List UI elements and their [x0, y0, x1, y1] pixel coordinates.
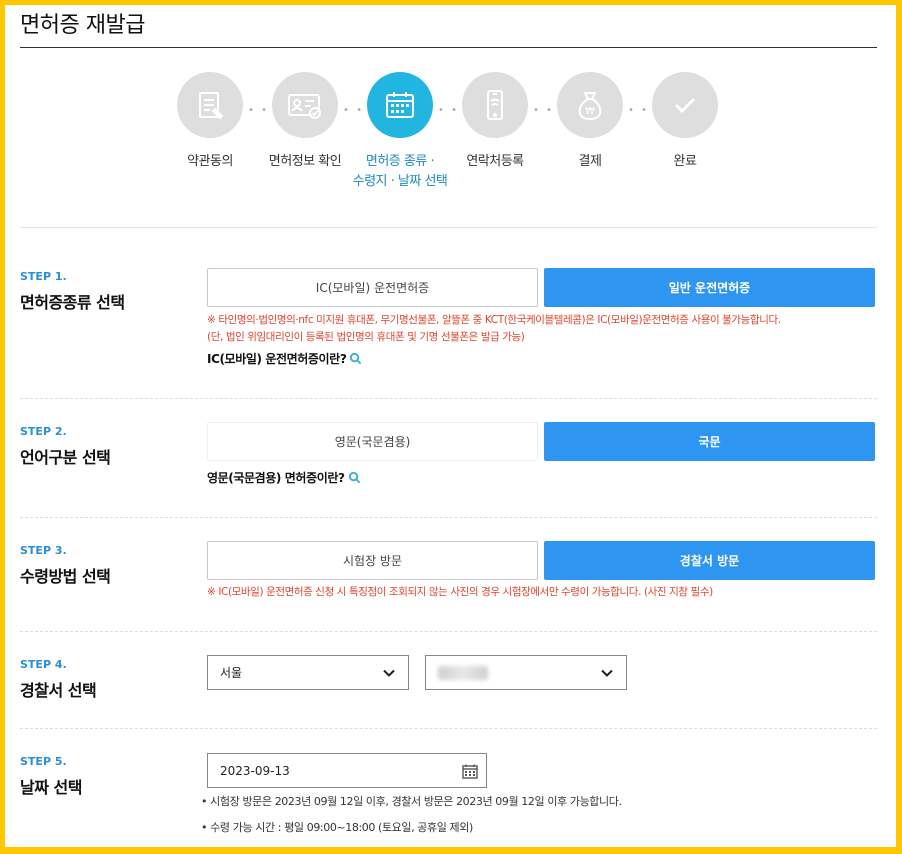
- english-korean-option[interactable]: 영문(국문겸용): [207, 422, 538, 461]
- step1-heading: 면허증종류 선택: [20, 293, 125, 312]
- step2-number: STEP 2.: [20, 425, 67, 438]
- step4-number: STEP 4.: [20, 658, 67, 671]
- progress-step-type-place-date: [367, 72, 433, 138]
- police-station-visit-option[interactable]: 경찰서 방문: [544, 541, 875, 580]
- ic-mobile-license-option[interactable]: IC(모바일) 운전면허증: [207, 268, 538, 307]
- chevron-down-icon: [601, 669, 613, 677]
- progress-label-payment: 결제: [578, 154, 602, 169]
- section-divider: [20, 517, 877, 518]
- progress-label-terms: 약관동의: [187, 154, 233, 169]
- search-icon: [348, 471, 360, 484]
- region-select-value: 서울: [220, 666, 243, 680]
- title-divider: [20, 47, 877, 48]
- progress-step-complete: [652, 72, 718, 138]
- date-note-line1: • 시험장 방문은 2023년 09월 12일 이후, 경찰서 방문은 2023…: [201, 795, 622, 808]
- region-select[interactable]: 서울: [207, 655, 409, 690]
- step5-heading: 날짜 선택: [20, 778, 82, 797]
- search-icon: [350, 352, 362, 365]
- check-icon: [674, 97, 696, 114]
- step5-number: STEP 5.: [20, 755, 67, 768]
- korean-option[interactable]: 국문: [544, 422, 875, 461]
- police-station-select[interactable]: [425, 655, 627, 690]
- progress-dots: • •: [438, 105, 459, 116]
- step3-warning: ※ IC(모바일) 운전면허증 신청 시 특징점이 조회되지 않는 사진의 경우…: [207, 586, 713, 598]
- page-title: 면허증 재발급: [20, 13, 145, 38]
- step3-number: STEP 3.: [20, 544, 67, 557]
- date-note-line2: • 수령 가능 시간 : 평일 09:00~18:00 (토요일, 공휴일 제외…: [201, 821, 473, 834]
- section-divider: [20, 227, 877, 228]
- ic-license-help-link[interactable]: IC(모바일) 운전면허증이란?: [207, 350, 362, 367]
- step1-warning-line1: ※ 타인명의·법인명의·nfc 미지원 휴대폰, 무기명선불폰, 알뜰폰 중 K…: [207, 314, 781, 326]
- english-license-help-link[interactable]: 영문(국문겸용) 면허증이란?: [207, 469, 361, 486]
- step2-heading: 언어구분 선택: [20, 448, 111, 467]
- document-edit-icon: [199, 92, 224, 120]
- page-frame: 면허증 재발급 • • • • • • • • ₩ • • 약관동의 면허정보 …: [5, 5, 896, 847]
- svg-text:₩: ₩: [585, 106, 595, 117]
- progress-step-license-info: [272, 72, 338, 138]
- smartphone-icon: [487, 90, 503, 120]
- progress-dots: • •: [628, 105, 649, 116]
- progress-label-contact: 연락처등록: [466, 154, 524, 169]
- progress-step-payment: ₩: [557, 72, 623, 138]
- progress-label-license-info: 면허정보 확인: [268, 154, 342, 169]
- section-divider: [20, 728, 877, 729]
- progress-label-complete: 완료: [673, 154, 697, 169]
- calendar-icon: [386, 92, 414, 118]
- help-text: IC(모바일) 운전면허증이란?: [207, 352, 347, 366]
- section-divider: [20, 398, 877, 399]
- progress-dots: • •: [533, 105, 554, 116]
- date-input-value: 2023-09-13: [220, 763, 290, 778]
- help-text: 영문(국문겸용) 면허증이란?: [207, 471, 345, 485]
- section-divider: [20, 631, 877, 632]
- step3-heading: 수령방법 선택: [20, 567, 111, 586]
- progress-step-terms: [177, 72, 243, 138]
- chevron-down-icon: [383, 669, 395, 677]
- step4-heading: 경찰서 선택: [20, 681, 97, 700]
- progress-dots: • •: [343, 105, 364, 116]
- date-input[interactable]: 2023-09-13: [207, 753, 487, 788]
- step1-number: STEP 1.: [20, 270, 67, 283]
- step1-warning-line2: (단, 법인 위임대리인이 등록된 법인명의 휴대폰 및 기명 선불폰은 발급 …: [207, 331, 525, 343]
- progress-label-line1: 면허증 종류 ·: [365, 154, 435, 169]
- money-bag-won-icon: ₩: [578, 92, 602, 121]
- progress-dots: • •: [248, 105, 269, 116]
- progress-label-line2: 수령지 · 날짜 선택: [352, 174, 448, 189]
- progress-step-contact: [462, 72, 528, 138]
- progress-label-type-place-date: 면허증 종류 · 수령지 · 날짜 선택: [345, 152, 455, 192]
- id-card-check-icon: [288, 94, 321, 119]
- test-center-visit-option[interactable]: 시험장 방문: [207, 541, 538, 580]
- general-license-option[interactable]: 일반 운전면허증: [544, 268, 875, 307]
- redacted-value: [438, 665, 488, 680]
- calendar-icon[interactable]: [462, 764, 478, 779]
